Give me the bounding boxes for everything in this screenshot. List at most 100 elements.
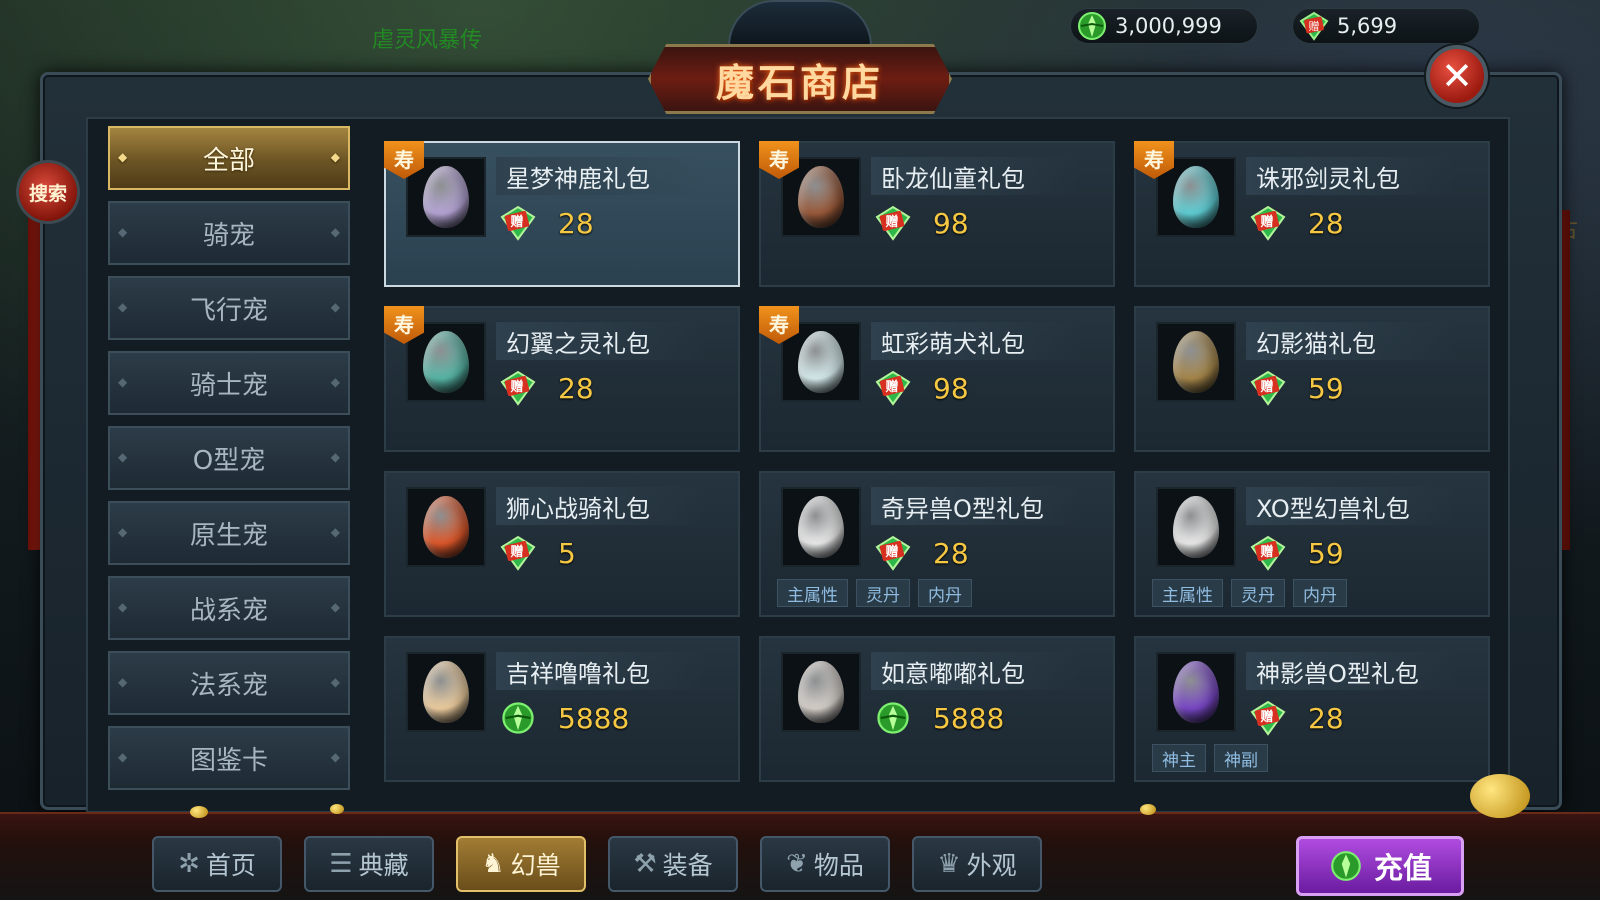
product-price: 28 bbox=[558, 371, 594, 405]
product-card[interactable]: XO型幻兽礼包赠 59 主属性 灵丹 内丹 bbox=[1134, 471, 1490, 617]
nav-tab[interactable]: ☰ 典藏 bbox=[304, 836, 434, 892]
product-card[interactable]: 寿星梦神鹿礼包赠 28 bbox=[384, 141, 740, 287]
attribute-tag: 神主 bbox=[1152, 744, 1206, 772]
gift-gem-icon: 赠 bbox=[1248, 535, 1288, 571]
pet-egg-icon bbox=[798, 661, 844, 723]
nav-tab[interactable]: ✲ 首页 bbox=[152, 836, 282, 892]
product-card[interactable]: 奇异兽O型礼包赠 28 主属性 灵丹 内丹 bbox=[759, 471, 1115, 617]
nav-tab-label: 典藏 bbox=[358, 851, 409, 880]
product-name: 卧龙仙童礼包 bbox=[871, 157, 1081, 195]
pet-egg-icon bbox=[1173, 166, 1219, 228]
product-card[interactable]: 神影兽O型礼包赠 28 神主 神副 bbox=[1134, 636, 1490, 782]
category-tab[interactable]: 骑宠 bbox=[108, 201, 350, 265]
product-card[interactable]: 如意嘟嘟礼包 5888 bbox=[759, 636, 1115, 782]
product-thumbnail bbox=[406, 487, 486, 567]
product-name: 幻翼之灵礼包 bbox=[496, 322, 706, 360]
gift-gem-icon: 赠 bbox=[498, 205, 538, 241]
product-name: 星梦神鹿礼包 bbox=[496, 157, 706, 195]
pinwheel-icon: ✲ bbox=[178, 849, 200, 879]
collection-icon: ☰ bbox=[329, 849, 353, 879]
category-tab[interactable]: 飞行宠 bbox=[108, 276, 350, 340]
product-thumbnail bbox=[781, 652, 861, 732]
product-name: 幻影猫礼包 bbox=[1246, 322, 1456, 360]
coin-decoration bbox=[190, 806, 208, 818]
product-price: 98 bbox=[933, 206, 969, 240]
price-row: 赠 98 bbox=[873, 368, 969, 408]
product-price: 5888 bbox=[558, 701, 630, 735]
product-card[interactable]: 狮心战骑礼包赠 5 bbox=[384, 471, 740, 617]
svg-text:赠: 赠 bbox=[885, 544, 898, 560]
category-tab[interactable]: 图鉴卡 bbox=[108, 726, 350, 790]
gift-gem-icon: 赠 bbox=[873, 370, 913, 406]
recharge-label: 充值 bbox=[1373, 851, 1432, 885]
product-card[interactable]: 寿幻翼之灵礼包赠 28 bbox=[384, 306, 740, 452]
product-card[interactable]: 吉祥噜噜礼包 5888 bbox=[384, 636, 740, 782]
product-card[interactable]: 寿虹彩萌犬礼包赠 98 bbox=[759, 306, 1115, 452]
product-card[interactable]: 幻影猫礼包赠 59 bbox=[1134, 306, 1490, 452]
gift-gem-icon: 赠 bbox=[873, 205, 913, 241]
background-banner-text: 虐灵风暴传 bbox=[372, 28, 483, 53]
title-crest-decoration bbox=[728, 0, 872, 46]
svg-text:赠: 赠 bbox=[885, 214, 898, 230]
category-tab[interactable]: 骑士宠 bbox=[108, 351, 350, 415]
product-name: 如意嘟嘟礼包 bbox=[871, 652, 1081, 690]
price-row: 赠 59 bbox=[1248, 368, 1344, 408]
search-button[interactable]: 搜索 bbox=[16, 160, 80, 224]
product-name: 狮心战骑礼包 bbox=[496, 487, 706, 525]
nav-tab-label: 装备 bbox=[662, 851, 713, 880]
category-tab[interactable]: 原生宠 bbox=[108, 501, 350, 565]
close-button[interactable]: ✕ bbox=[1426, 45, 1488, 107]
gift-gem-icon: 赠 bbox=[1248, 700, 1288, 736]
svg-text:赠: 赠 bbox=[1260, 544, 1273, 560]
category-label: 骑士宠 bbox=[189, 370, 268, 401]
product-tags: 主属性 灵丹 内丹 bbox=[1152, 579, 1347, 607]
nav-tab[interactable]: ⚒ 装备 bbox=[608, 836, 738, 892]
category-label: O型宠 bbox=[192, 445, 266, 476]
product-price: 28 bbox=[933, 536, 969, 570]
product-tags: 主属性 灵丹 内丹 bbox=[777, 579, 972, 607]
shop-title-plate: 魔石商店 bbox=[648, 44, 952, 114]
gold-amount: 3,000,999 bbox=[1115, 14, 1222, 38]
nav-tab-label: 幻兽 bbox=[510, 851, 561, 880]
gift-currency-display: 赠 5,699 bbox=[1292, 8, 1480, 44]
category-tab[interactable]: 法系宠 bbox=[108, 651, 350, 715]
svg-text:赠: 赠 bbox=[510, 544, 523, 560]
price-row: 赠 28 bbox=[1248, 698, 1344, 738]
attribute-tag: 主属性 bbox=[777, 579, 848, 607]
gift-gem-icon: 赠 bbox=[1248, 370, 1288, 406]
nav-tab-label: 外观 bbox=[966, 851, 1017, 880]
svg-text:赠: 赠 bbox=[885, 379, 898, 395]
gold-currency-display: 3,000,999 bbox=[1070, 8, 1258, 44]
product-price: 5888 bbox=[933, 701, 1005, 735]
category-tab[interactable]: 全部 bbox=[108, 126, 350, 190]
gift-gem-icon: 赠 bbox=[498, 535, 538, 571]
price-row: 赠 28 bbox=[1248, 203, 1344, 243]
gift-gem-icon: 赠 bbox=[498, 370, 538, 406]
nav-tab[interactable]: ♛ 外观 bbox=[912, 836, 1042, 892]
attribute-tag: 灵丹 bbox=[856, 579, 910, 607]
product-thumbnail bbox=[1156, 652, 1236, 732]
product-name: 吉祥噜噜礼包 bbox=[496, 652, 706, 690]
pet-egg-icon bbox=[1173, 331, 1219, 393]
gold-gem-icon bbox=[873, 700, 913, 736]
category-list: 全部骑宠飞行宠骑士宠 O型宠原生宠战系宠法系宠图鉴卡 bbox=[108, 126, 350, 801]
nav-tab-label: 物品 bbox=[813, 851, 864, 880]
category-label: 飞行宠 bbox=[189, 295, 268, 326]
category-tab[interactable]: 战系宠 bbox=[108, 576, 350, 640]
svg-text:赠: 赠 bbox=[510, 379, 523, 395]
category-tab[interactable]: O型宠 bbox=[108, 426, 350, 490]
price-row: 5888 bbox=[873, 698, 1004, 738]
product-price: 28 bbox=[1308, 206, 1344, 240]
category-label: 战系宠 bbox=[189, 595, 268, 626]
nav-tab[interactable]: ♞ 幻兽 bbox=[456, 836, 586, 892]
recharge-button[interactable]: 充值 bbox=[1296, 836, 1464, 896]
item-icon: ❦ bbox=[786, 849, 808, 879]
category-label: 骑宠 bbox=[202, 220, 255, 251]
product-card[interactable]: 寿诛邪剑灵礼包赠 28 bbox=[1134, 141, 1490, 287]
category-label: 法系宠 bbox=[189, 670, 268, 701]
svg-text:赠: 赠 bbox=[1309, 19, 1320, 33]
product-price: 59 bbox=[1308, 536, 1344, 570]
pet-egg-icon bbox=[798, 166, 844, 228]
product-card[interactable]: 寿卧龙仙童礼包赠 98 bbox=[759, 141, 1115, 287]
nav-tab[interactable]: ❦ 物品 bbox=[760, 836, 890, 892]
